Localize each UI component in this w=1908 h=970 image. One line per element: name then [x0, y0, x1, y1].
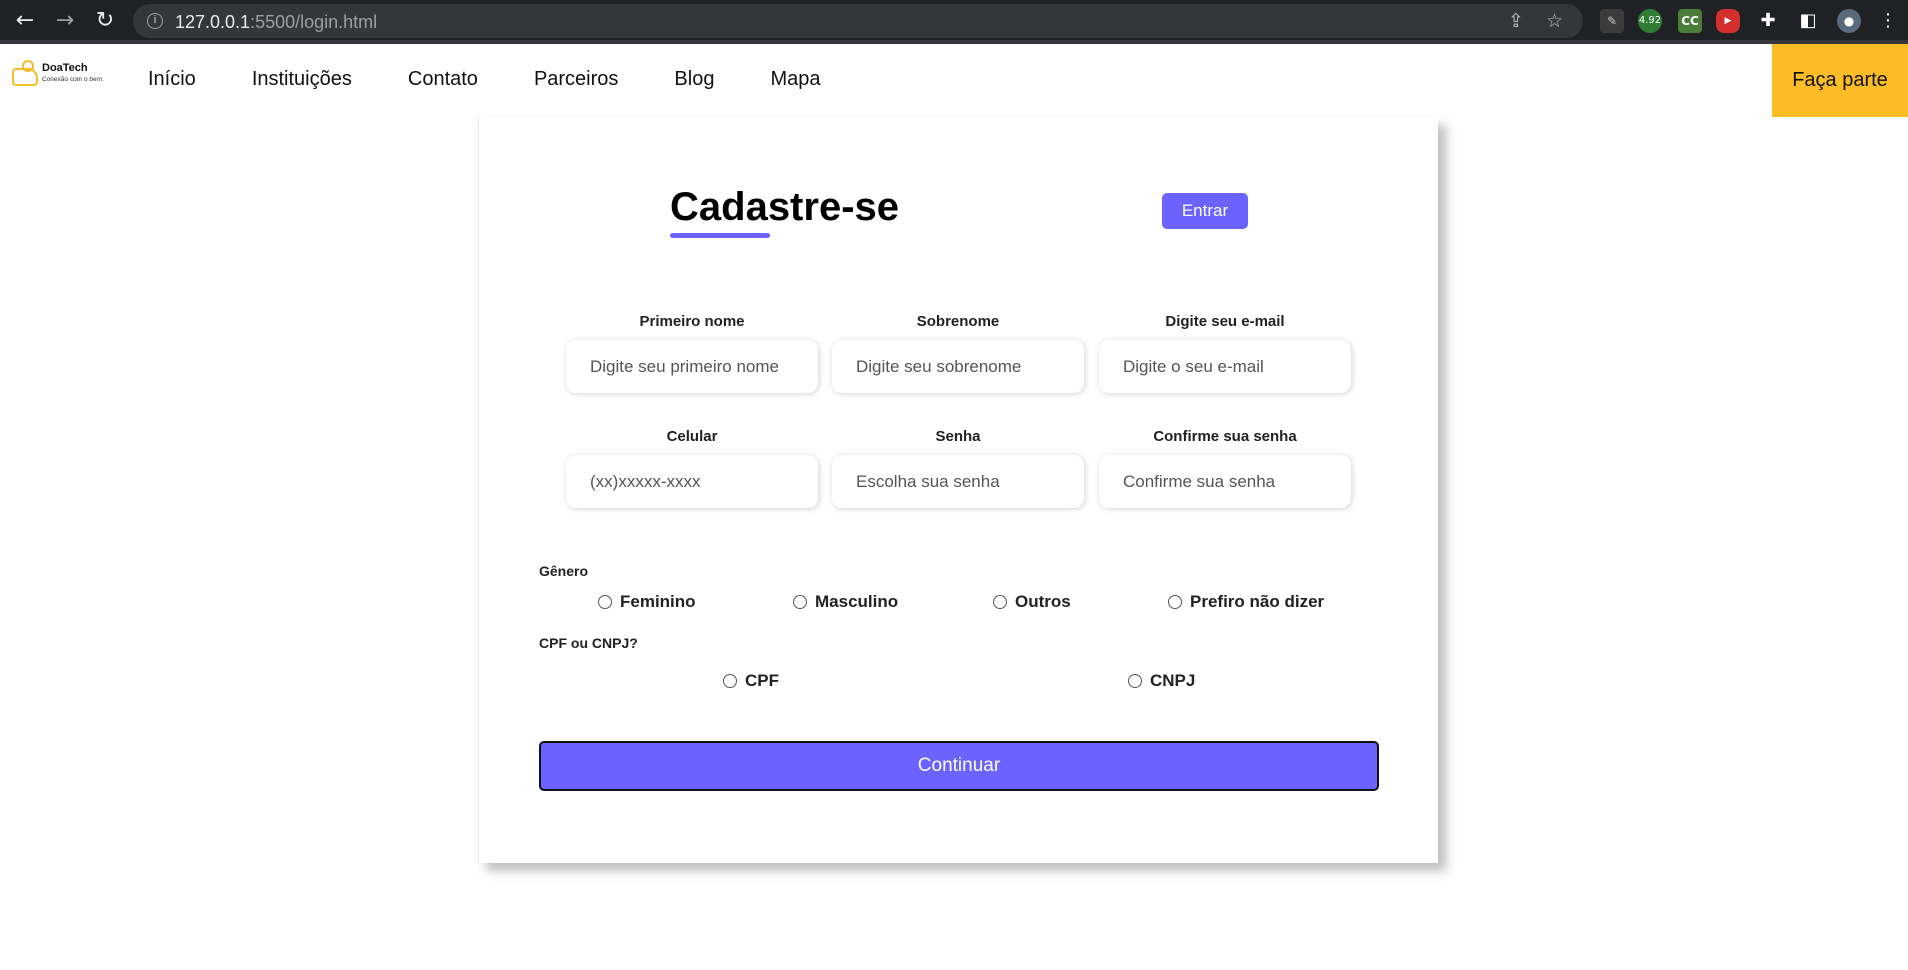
- radio-icon[interactable]: [1168, 595, 1182, 609]
- site-header: DoaTech Conexão com o bem. Início Instit…: [0, 44, 1908, 117]
- site-info-icon[interactable]: i: [147, 13, 163, 29]
- doc-type-label: CPF ou CNPJ?: [539, 635, 638, 651]
- page-title: Cadastre-se: [670, 185, 900, 229]
- doc-option-cnpj[interactable]: CNPJ: [1128, 671, 1195, 691]
- email-input[interactable]: Digite o seu e-mail: [1099, 340, 1351, 393]
- radio-icon[interactable]: [793, 595, 807, 609]
- first-name-label: Primeiro nome: [639, 313, 745, 330]
- continue-button[interactable]: Continuar: [539, 741, 1379, 791]
- extension-cc-icon[interactable]: CC: [1678, 9, 1702, 33]
- logo-tagline: Conexão com o bem.: [42, 76, 104, 83]
- email-label: Digite seu e-mail: [1165, 313, 1285, 330]
- profile-avatar-icon[interactable]: ●: [1837, 9, 1861, 33]
- gender-option-prefiro-nao-dizer[interactable]: Prefiro não dizer: [1168, 592, 1324, 612]
- radio-icon[interactable]: [723, 674, 737, 688]
- radio-icon[interactable]: [1128, 674, 1142, 688]
- side-panel-icon[interactable]: ◧: [1796, 9, 1820, 33]
- address-bar[interactable]: i 127.0.0.1:5500/login.html ⇪ ☆: [133, 4, 1583, 38]
- email-field: Digite seu e-mail Digite o seu e-mail: [1099, 313, 1351, 393]
- first-name-field: Primeiro nome Digite seu primeiro nome: [566, 313, 818, 393]
- last-name-label: Sobrenome: [916, 313, 1000, 330]
- browser-menu-icon[interactable]: ⋮: [1876, 9, 1900, 33]
- confirm-password-field: Confirme sua senha Confirme sua senha: [1099, 428, 1351, 508]
- nav-contato[interactable]: Contato: [408, 68, 478, 91]
- hand-heart-icon: [12, 60, 38, 86]
- title-underline: [670, 233, 770, 238]
- gender-option-masculino[interactable]: Masculino: [793, 592, 898, 612]
- last-name-field: Sobrenome Digite seu sobrenome: [832, 313, 1084, 393]
- password-label: Senha: [935, 428, 981, 445]
- extensions-puzzle-icon[interactable]: ✚: [1756, 9, 1780, 33]
- phone-label: Celular: [666, 428, 718, 445]
- password-field: Senha Escolha sua senha: [832, 428, 1084, 508]
- nav-mapa[interactable]: Mapa: [770, 68, 820, 91]
- main-nav: Início Instituições Contato Parceiros Bl…: [148, 68, 876, 91]
- back-icon[interactable]: ←: [10, 8, 40, 34]
- nav-blog[interactable]: Blog: [674, 68, 714, 91]
- extension-eyedropper-icon[interactable]: ✎: [1600, 9, 1624, 33]
- nav-inicio[interactable]: Início: [148, 68, 196, 91]
- forward-icon[interactable]: →: [50, 8, 80, 34]
- last-name-input[interactable]: Digite seu sobrenome: [832, 340, 1084, 393]
- bookmark-star-icon[interactable]: ☆: [1546, 10, 1563, 32]
- nav-instituicoes[interactable]: Instituições: [252, 68, 352, 91]
- radio-icon[interactable]: [598, 595, 612, 609]
- nav-parceiros[interactable]: Parceiros: [534, 68, 618, 91]
- join-button[interactable]: Faça parte: [1772, 44, 1908, 117]
- gender-option-feminino[interactable]: Feminino: [598, 592, 696, 612]
- browser-toolbar: ← → ↻ i 127.0.0.1:5500/login.html ⇪ ☆ ✎ …: [0, 0, 1908, 44]
- confirm-password-input[interactable]: Confirme sua senha: [1099, 455, 1351, 508]
- radio-icon[interactable]: [993, 595, 1007, 609]
- signup-card: Cadastre-se Entrar Primeiro nome Digite …: [478, 117, 1438, 863]
- phone-input[interactable]: (xx)xxxxx-xxxx: [566, 455, 818, 508]
- gender-option-outros[interactable]: Outros: [993, 592, 1071, 612]
- share-icon[interactable]: ⇪: [1508, 10, 1524, 32]
- gender-label: Gênero: [539, 563, 589, 579]
- extension-rating-icon[interactable]: 4.92: [1638, 9, 1662, 33]
- reload-icon[interactable]: ↻: [90, 8, 120, 34]
- logo-name: DoaTech: [42, 62, 88, 74]
- extension-youtube-icon[interactable]: ▶: [1716, 9, 1740, 33]
- phone-field: Celular (xx)xxxxx-xxxx: [566, 428, 818, 508]
- first-name-input[interactable]: Digite seu primeiro nome: [566, 340, 818, 393]
- password-input[interactable]: Escolha sua senha: [832, 455, 1084, 508]
- login-button[interactable]: Entrar: [1162, 193, 1248, 229]
- doc-option-cpf[interactable]: CPF: [723, 671, 779, 691]
- confirm-password-label: Confirme sua senha: [1153, 428, 1297, 445]
- url-text[interactable]: 127.0.0.1:5500/login.html: [175, 12, 377, 33]
- logo[interactable]: DoaTech Conexão com o bem.: [12, 60, 112, 100]
